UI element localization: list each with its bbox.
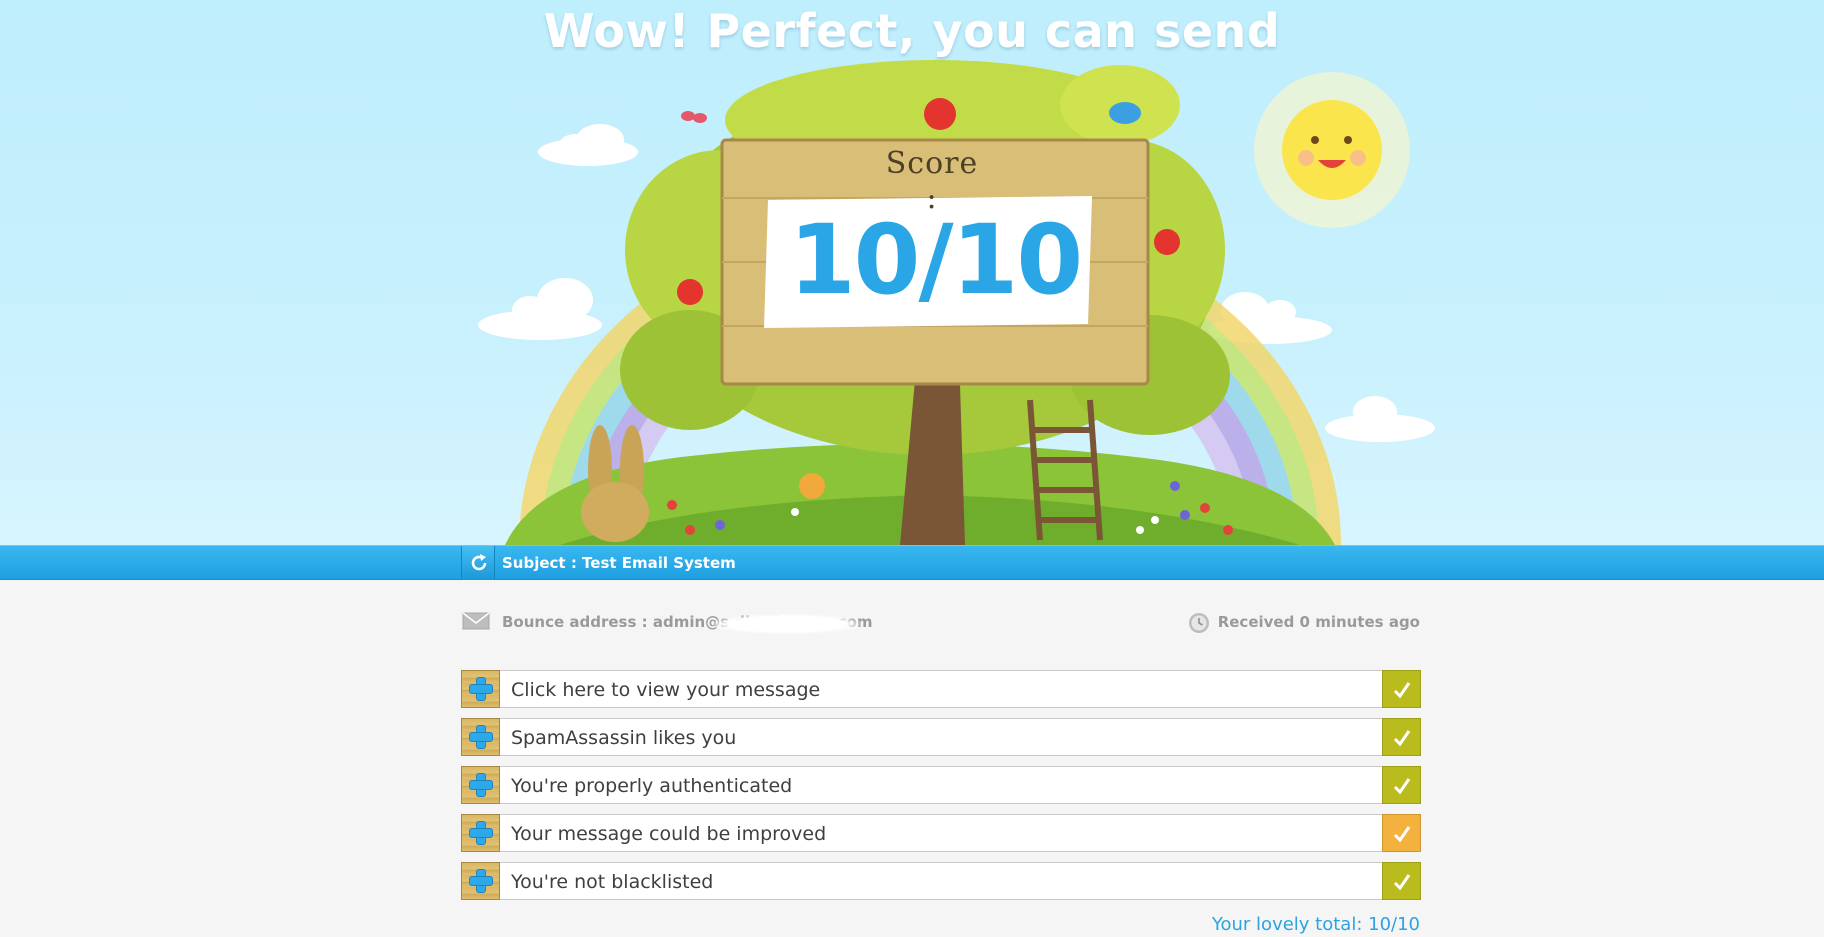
status-check-icon [1382,766,1421,804]
score-value: 10/10 [788,204,1083,316]
refresh-button[interactable] [461,546,495,580]
expand-button[interactable] [461,766,500,804]
email-subject: Subject : Test Email System [502,554,736,572]
check-label: You're properly authenticated [511,775,793,797]
subject-bar: Subject : Test Email System [0,545,1824,580]
result-headline: Wow! Perfect, you can send [543,4,1281,58]
check-label: You're not blacklisted [511,871,714,893]
check-results-list: Click here to view your message SpamAssa… [461,670,1421,910]
status-check-icon [1382,814,1421,852]
butterfly-illustration [681,111,707,123]
check-row-authentication[interactable]: You're properly authenticated [461,766,1421,804]
status-check-icon [1382,670,1421,708]
check-row-view-message[interactable]: Click here to view your message [461,670,1421,708]
status-check-icon [1382,862,1421,900]
envelope-icon [462,612,490,630]
check-row-spamassassin[interactable]: SpamAssassin likes you [461,718,1421,756]
expand-button[interactable] [461,670,500,708]
expand-button[interactable] [461,718,500,756]
check-row-improvements[interactable]: Your message could be improved [461,814,1421,852]
check-label: SpamAssassin likes you [511,727,737,749]
total-score: Your lovely total: 10/10 [1211,914,1420,935]
check-row-blacklist[interactable]: You're not blacklisted [461,862,1421,900]
expand-button[interactable] [461,862,500,900]
clock-icon [1189,613,1209,633]
expand-button[interactable] [461,814,500,852]
hero-illustration: Wow! Perfect, you can send Score : 10/10 [0,0,1824,545]
refresh-icon [471,554,487,571]
status-check-icon [1382,718,1421,756]
received-time-text: Received 0 minutes ago [1217,613,1420,631]
sun-illustration [1254,72,1410,228]
redaction-smudge [712,614,862,634]
check-label: Your message could be improved [511,823,827,845]
check-label: Click here to view your message [511,679,821,701]
